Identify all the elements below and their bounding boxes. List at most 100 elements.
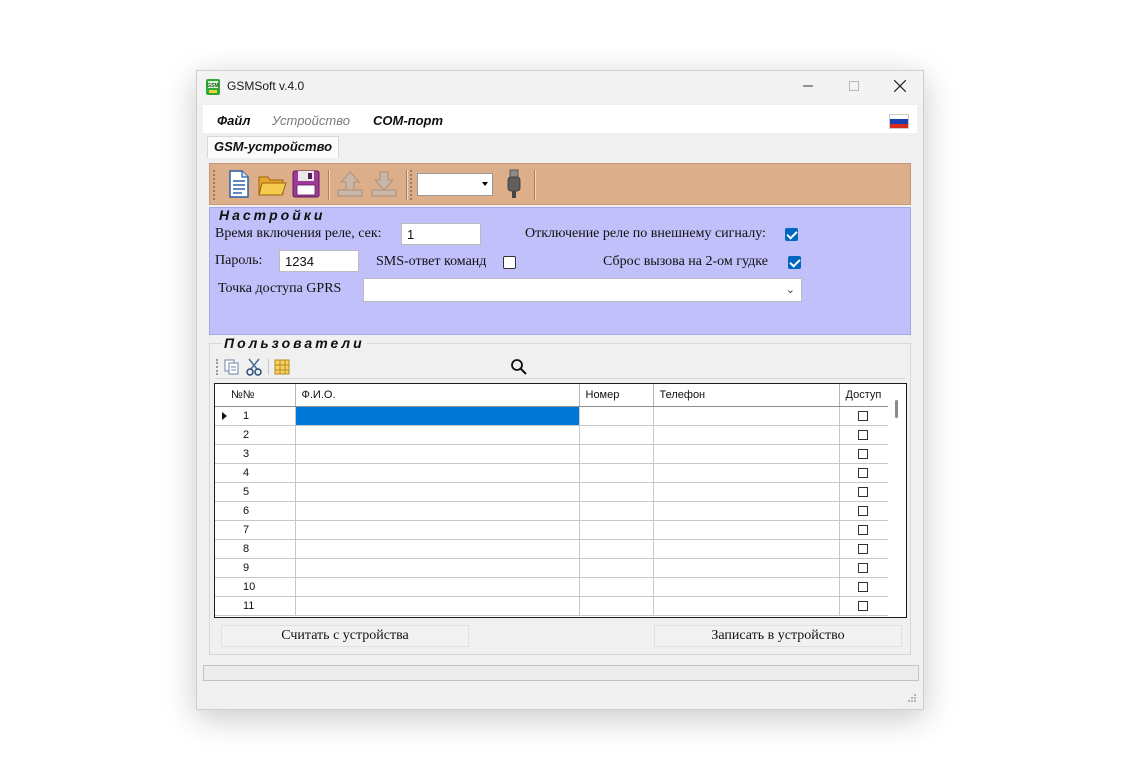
cell-name[interactable]	[295, 482, 580, 502]
download-icon[interactable]	[368, 168, 400, 200]
column-header-name[interactable]: Ф.И.О.	[295, 384, 580, 407]
cell-number[interactable]	[579, 463, 654, 483]
new-document-icon[interactable]	[222, 168, 254, 200]
upload-icon[interactable]	[334, 168, 366, 200]
maximize-button[interactable]	[831, 71, 877, 101]
cell-phone[interactable]	[653, 596, 840, 616]
row-number-cell[interactable]: 7	[215, 520, 296, 540]
cell-phone[interactable]	[653, 577, 840, 597]
access-checkbox[interactable]	[857, 600, 868, 611]
cut-icon[interactable]	[245, 358, 263, 376]
access-checkbox[interactable]	[857, 467, 868, 478]
russian-flag-icon[interactable]	[889, 114, 909, 129]
table-row[interactable]: 9	[215, 558, 890, 578]
row-number-cell[interactable]: 11	[215, 596, 296, 616]
cell-number[interactable]	[579, 425, 654, 445]
column-header-access[interactable]: Доступ	[839, 384, 890, 407]
access-checkbox[interactable]	[857, 448, 868, 459]
table-row[interactable]: 5	[215, 482, 890, 502]
read-from-device-button[interactable]: Считать с устройства	[221, 625, 469, 647]
table-row[interactable]: 8	[215, 539, 890, 559]
table-row[interactable]: 1	[215, 406, 890, 426]
minimize-button[interactable]	[785, 71, 831, 101]
relay-off-checkbox[interactable]	[785, 228, 798, 241]
call-reset-checkbox[interactable]	[788, 256, 801, 269]
row-number-cell[interactable]: 1	[215, 406, 296, 426]
table-row[interactable]: 11	[215, 596, 890, 616]
row-number-cell[interactable]: 9	[215, 558, 296, 578]
cell-phone[interactable]	[653, 444, 840, 464]
cell-name[interactable]	[295, 577, 580, 597]
cell-number[interactable]	[579, 444, 654, 464]
table-row[interactable]: 7	[215, 520, 890, 540]
access-checkbox[interactable]	[857, 486, 868, 497]
cell-number[interactable]	[579, 520, 654, 540]
cell-number[interactable]	[579, 577, 654, 597]
access-checkbox[interactable]	[857, 524, 868, 535]
menu-com-port[interactable]: COM-порт	[373, 113, 443, 128]
cell-name[interactable]	[295, 444, 580, 464]
row-number-cell[interactable]: 10	[215, 577, 296, 597]
resize-grip-icon[interactable]	[907, 693, 917, 703]
table-row[interactable]: 6	[215, 501, 890, 521]
table-row[interactable]: 4	[215, 463, 890, 483]
cell-name[interactable]	[295, 501, 580, 521]
password-input[interactable]: 1234	[279, 250, 359, 272]
cell-number[interactable]	[579, 406, 654, 426]
column-header-phone[interactable]: Телефон	[653, 384, 840, 407]
cell-name[interactable]	[295, 558, 580, 578]
gprs-select[interactable]: ⌄	[363, 278, 802, 302]
menu-file[interactable]: Файл	[217, 113, 250, 128]
table-row[interactable]: 10	[215, 577, 890, 597]
cell-name[interactable]	[295, 539, 580, 559]
row-number-cell[interactable]: 8	[215, 539, 296, 559]
save-disk-icon[interactable]	[290, 168, 322, 200]
usb-plug-icon[interactable]	[498, 168, 530, 200]
open-folder-icon[interactable]	[256, 168, 288, 200]
row-number-cell[interactable]: 2	[215, 425, 296, 445]
write-to-device-button[interactable]: Записать в устройство	[654, 625, 902, 647]
cell-name[interactable]	[295, 520, 580, 540]
cell-phone[interactable]	[653, 520, 840, 540]
tab-gsm-device[interactable]: GSM-устройство	[207, 136, 339, 158]
menu-device[interactable]: Устройство	[272, 113, 350, 128]
row-number-cell[interactable]: 5	[215, 482, 296, 502]
toolbar-grip[interactable]	[410, 170, 415, 200]
access-checkbox[interactable]	[857, 562, 868, 573]
access-checkbox[interactable]	[857, 581, 868, 592]
cell-number[interactable]	[579, 596, 654, 616]
row-number-cell[interactable]: 3	[215, 444, 296, 464]
cell-number[interactable]	[579, 539, 654, 559]
toolbar-grip[interactable]	[213, 170, 218, 200]
column-header-number[interactable]: Номер	[579, 384, 654, 407]
cell-name[interactable]	[295, 463, 580, 483]
table-row[interactable]: 3	[215, 444, 890, 464]
cell-phone[interactable]	[653, 425, 840, 445]
copy-icon[interactable]	[223, 358, 241, 376]
scrollbar-thumb[interactable]	[895, 400, 898, 418]
cell-phone[interactable]	[653, 558, 840, 578]
relay-time-input[interactable]: 1	[401, 223, 481, 245]
cell-phone[interactable]	[653, 501, 840, 521]
sms-reply-checkbox[interactable]	[503, 256, 516, 269]
cell-number[interactable]	[579, 501, 654, 521]
search-icon[interactable]	[510, 358, 528, 376]
row-number-cell[interactable]: 4	[215, 463, 296, 483]
access-checkbox[interactable]	[857, 429, 868, 440]
table-icon[interactable]	[273, 358, 291, 376]
row-number-cell[interactable]: 6	[215, 501, 296, 521]
cell-name[interactable]	[295, 425, 580, 445]
cell-number[interactable]	[579, 482, 654, 502]
cell-number[interactable]	[579, 558, 654, 578]
close-button[interactable]	[877, 71, 923, 101]
toolbar-grip[interactable]	[216, 359, 220, 375]
column-header-index[interactable]: №№	[215, 384, 296, 407]
users-grid[interactable]: №№ Ф.И.О. Номер Телефон Доступ 1 2 3 4 5 6 7 8 9…	[214, 383, 907, 618]
cell-phone[interactable]	[653, 406, 840, 426]
cell-phone[interactable]	[653, 463, 840, 483]
cell-name[interactable]	[295, 596, 580, 616]
title-bar[interactable]: GSM GSMSoft v.4.0	[197, 71, 923, 103]
access-checkbox[interactable]	[857, 410, 868, 421]
com-port-select[interactable]	[417, 173, 493, 196]
access-checkbox[interactable]	[857, 505, 868, 516]
